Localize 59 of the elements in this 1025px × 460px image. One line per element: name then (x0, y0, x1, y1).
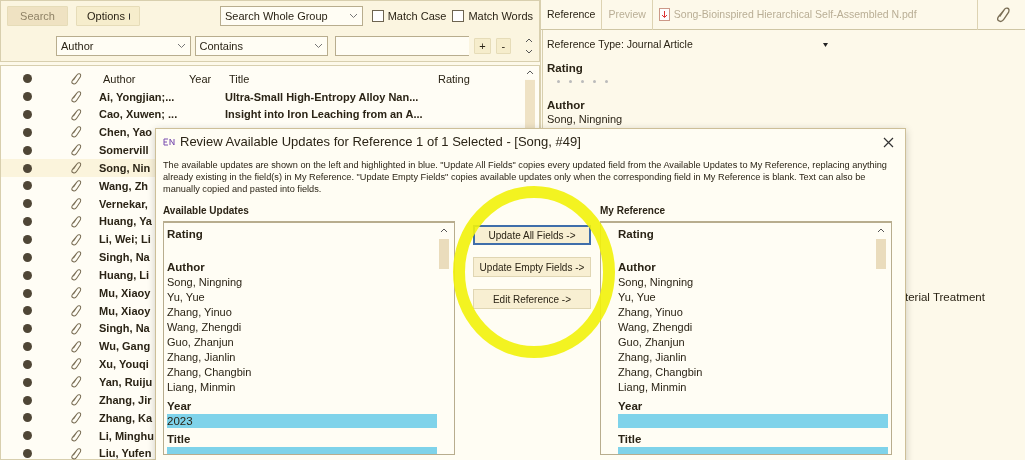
table-cell: Ai, Yongjian;... (99, 90, 175, 103)
field-value: Song, Ningning (618, 275, 695, 290)
field-value: Zhang, Jianlin (167, 350, 237, 365)
field-label: Author (547, 98, 586, 113)
field-value: Wang, Zhengdi (618, 320, 694, 335)
table-cell: Li, Wei; Li (99, 233, 151, 246)
table-cell: Cao, Xuwen; ... (99, 108, 178, 121)
table-cell: Zhang, Jir (99, 393, 152, 406)
table-cell: Zhang, Ka (99, 411, 153, 424)
field-value: Wang, Zhengdi (167, 320, 243, 335)
description: The available updates are shown on the left and highlighted in blue. "Update All Fields" copies every updated field from the Available Updates to My Reference, replacing anything already existing in the field(s) in My Reference. "Update Empty Fields" copies available updates only when the corresponding field in My Reference is blank. Text can also be manually copied and pasted into fields. (163, 159, 888, 195)
table-cell: Yan, Ruiju (99, 376, 153, 388)
table-cell-text: Insight into Iron Leaching from an A... (225, 107, 423, 123)
table-cell: Liu, Yufen (99, 447, 152, 460)
field-label: Rating (167, 227, 204, 242)
field-value: Zhang, Yinuo (618, 305, 684, 320)
table-cell: Mu, Xiaoy (99, 286, 151, 299)
field-label: Rating (547, 61, 584, 76)
field-value: Liang, Minmin (618, 380, 688, 395)
field-label: Title (618, 432, 643, 447)
dialog-title: Review Available Updates for Reference 1 of 1 Selected - [Song, #49] (180, 133, 582, 152)
field-value: terial Treatment (905, 290, 986, 305)
table-cell: Mu, Xiaoy (99, 304, 151, 317)
dropdown-value: Contains (199, 38, 243, 54)
table-cell: Song, Nin (99, 161, 151, 174)
table-cell: Wang, Zh (99, 179, 149, 192)
table-cell: Li, Minghu (99, 429, 154, 442)
dropdown-value: Author (61, 38, 94, 54)
table-cell: Xu, Youqi (99, 358, 149, 371)
field-value: Zhang, Changbin (167, 365, 253, 380)
table-cell-text: Ultra-Small High-Entropy Alloy Nan... (225, 89, 419, 105)
field-label: Author (167, 260, 206, 275)
table-cell: Singh, Na (99, 251, 150, 264)
pane-heading: My Reference (600, 204, 667, 218)
table-cell: Singh, Na (99, 322, 150, 335)
field-value: Liang, Minmin (167, 380, 237, 395)
field-value: Yu, Yue (618, 290, 657, 305)
table-cell: Chen, Yao (99, 126, 152, 139)
field-value: Song, Ningning (167, 275, 244, 290)
pane-heading: Available Updates (163, 204, 250, 218)
field-label: Year (167, 399, 193, 414)
field-value: Song, Ningning (547, 113, 624, 125)
field-value: Yu, Yue (167, 290, 206, 305)
field-value: Guo, Zhanjun (618, 335, 686, 350)
field-label: Author (618, 260, 657, 275)
table-cell: Somervill (99, 144, 149, 157)
table-cell: Huang, Ya (99, 215, 152, 228)
field-value: Zhang, Yinuo (167, 305, 233, 320)
field-value: Zhang, Changbin (618, 365, 704, 380)
field-label: Rating (618, 227, 655, 242)
field-label: Year (618, 399, 644, 414)
table-cell: Huang, Li (99, 268, 150, 281)
table-cell: Wu, Gang (99, 340, 151, 353)
field-value: Guo, Zhanjun (167, 335, 235, 350)
field-value: Zhang, Jianlin (618, 350, 688, 365)
field-label: Title (167, 432, 192, 447)
dropdown-value: Search Whole Group (225, 8, 328, 24)
highlighted-field: 2023 (167, 414, 437, 428)
table-cell: Vernekar, (99, 197, 148, 210)
